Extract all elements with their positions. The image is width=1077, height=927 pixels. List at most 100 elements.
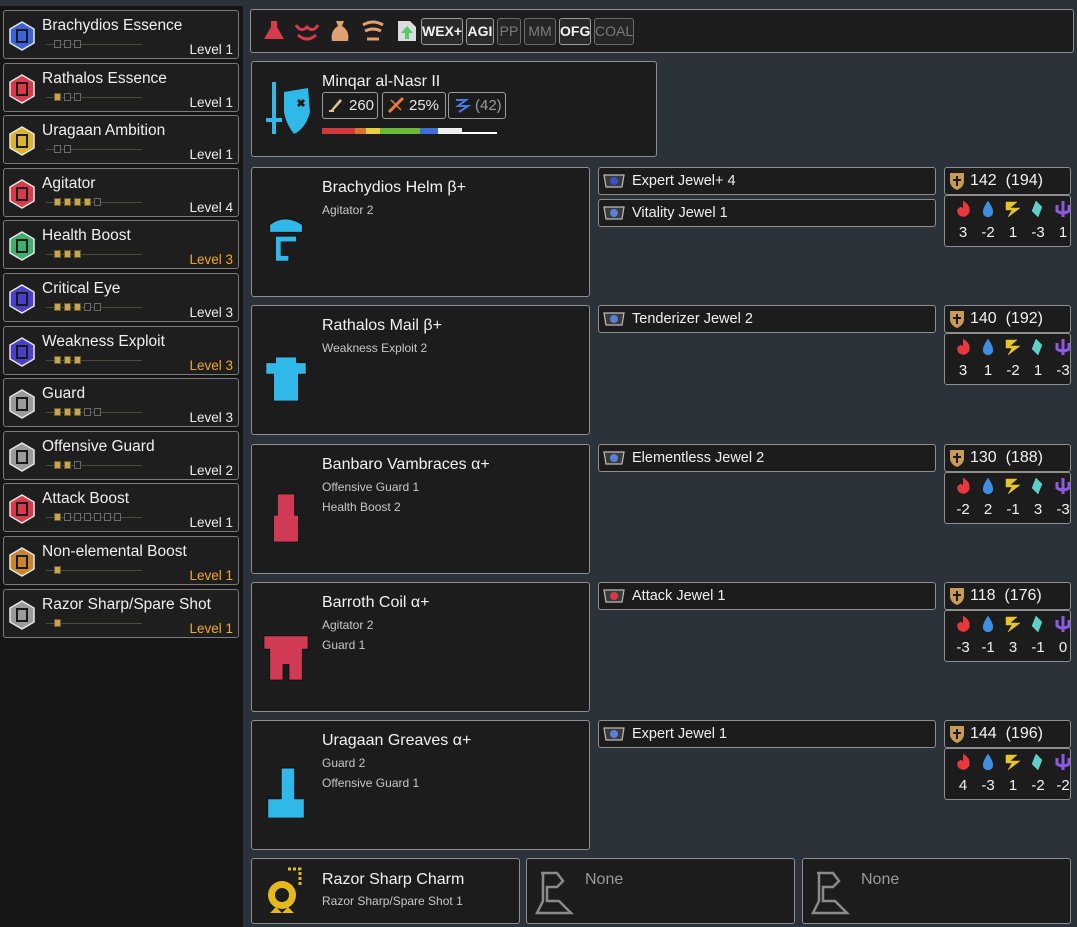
skill-name: Uragaan Ambition [42, 122, 166, 140]
armor-name: Rathalos Mail β+ [322, 317, 442, 334]
charm-card[interactable]: Razor Sharp Charm Razor Sharp/Spare Shot… [251, 858, 520, 924]
level-pip [94, 303, 101, 311]
attack-stat: 260 [322, 92, 378, 119]
water-resistance-icon [982, 200, 994, 218]
decoration-slot[interactable]: Tenderizer Jewel 2 [598, 305, 936, 333]
defense-max: (192) [1005, 310, 1043, 327]
armor-card[interactable]: Uragaan Greaves α+ Guard 2 Offensive Guard… [251, 720, 590, 850]
water-resistance-icon [982, 615, 994, 633]
armor-card[interactable]: Banbaro Vambraces α+ Offensive Guard 1 Hea… [251, 444, 590, 574]
decoration-slot[interactable]: Elementless Jewel 2 [598, 444, 936, 472]
skill-name: Critical Eye [42, 280, 121, 297]
defense-shield-icon [950, 173, 964, 190]
potion-icon[interactable] [260, 17, 288, 45]
decoration-slot[interactable]: Expert Jewel 1 [598, 720, 936, 748]
skill-level: Level 1 [189, 42, 233, 57]
skill-row[interactable]: Uragaan Ambition Level 1 [3, 115, 239, 165]
resistances-box: -3 -1 3 -1 0 [944, 610, 1071, 662]
decoration-slot[interactable]: Vitality Jewel 1 [598, 199, 936, 227]
empty-slot-2[interactable]: None [802, 858, 1071, 924]
armor-name: Uragaan Greaves α+ [322, 732, 472, 749]
armor-skill: Agitator 2 [322, 203, 374, 217]
level-pip [64, 355, 71, 364]
buff-toggle-mm[interactable]: MM [524, 18, 556, 45]
buff-toggle-ofg[interactable]: OFG [559, 18, 591, 45]
defense-base: 142 [970, 172, 997, 189]
skill-row[interactable]: Health Boost Level 3 [3, 220, 239, 270]
buff-toggle-pp[interactable]: PP [497, 18, 521, 45]
armor-skill: Offensive Guard 1 [322, 776, 420, 790]
skill-row[interactable]: Guard Level 3 [3, 378, 239, 428]
skill-level-pips [46, 566, 146, 576]
level-pip [94, 408, 101, 417]
armor-skill: Guard 1 [322, 638, 366, 652]
buff-toggle-agi[interactable]: AGI [466, 18, 494, 45]
dragon-resistance-icon [1055, 339, 1071, 355]
skill-level-pips [46, 513, 146, 523]
skill-row[interactable]: Rathalos Essence Level 1 [3, 62, 239, 112]
sack-icon[interactable] [326, 17, 354, 45]
armor-skill: Offensive Guard 1 [322, 480, 420, 494]
level-pip [54, 303, 61, 311]
thunder-resistance-icon [1005, 339, 1021, 356]
level-pip [84, 197, 91, 206]
resistances-box: 3 1 -2 1 -3 [944, 333, 1071, 385]
empty-slot-1[interactable]: None [526, 858, 795, 924]
level-pip [64, 513, 71, 522]
decoration-slot[interactable]: Expert Jewel+ 4 [598, 167, 936, 195]
empty-slot-label: None [585, 871, 624, 888]
skill-level-pips [46, 618, 146, 629]
skill-summary-panel: Brachydios Essence Level 1 Rathalos Essenc… [0, 6, 243, 927]
skill-level: Level 3 [189, 357, 233, 373]
armor-card[interactable]: Barroth Coil α+ Agitator 2 Guard 1 [251, 582, 590, 712]
horn-icon[interactable] [359, 17, 387, 45]
buff-toggle-wex-plus[interactable]: WEX+ [421, 18, 463, 45]
weapon-card[interactable]: Minqar al-Nasr II 260 25% (42) [251, 61, 657, 157]
resistance-value: -3 [1056, 501, 1070, 518]
dragon-resistance-icon [1055, 754, 1071, 770]
skill-name: Agitator [42, 174, 96, 192]
decoration-slot[interactable]: Attack Jewel 1 [598, 582, 936, 610]
level-pip [74, 250, 81, 259]
ice-resistance-icon [1031, 477, 1043, 495]
resistance-value: -1 [981, 639, 995, 656]
skill-row[interactable]: Offensive Guard Level 2 [3, 430, 239, 480]
defense-base: 144 [970, 725, 997, 742]
armor-card[interactable]: Brachydios Helm β+ Agitator 2 [251, 167, 590, 297]
level-pip [54, 618, 61, 627]
arrow-up-icon[interactable] [392, 17, 420, 45]
resistance-value: -2 [1031, 777, 1045, 794]
armor-card[interactable]: Rathalos Mail β+ Weakness Exploit 2 [251, 305, 590, 435]
level-pip [74, 197, 81, 206]
skill-hexagon-icon [9, 336, 35, 367]
level-pip [84, 303, 91, 311]
resistance-value: -3 [1031, 224, 1045, 241]
skill-row[interactable]: Attack Boost Level 1 [3, 483, 239, 533]
skill-level-pips [46, 250, 146, 260]
skill-hexagon-icon [9, 389, 35, 420]
level-pip [84, 408, 91, 417]
level-pip [74, 40, 81, 48]
sword-and-shield-icon [266, 82, 310, 134]
buff-toggle-coal[interactable]: COAL [594, 18, 634, 45]
skill-row[interactable]: Non-elemental Boost Level 1 [3, 536, 239, 585]
fire-resistance-icon [957, 338, 970, 355]
skill-row[interactable]: Agitator Level 4 [3, 167, 239, 217]
skill-row[interactable]: Brachydios Essence Level 1 [3, 10, 239, 59]
defense-max: (188) [1005, 449, 1043, 466]
skill-hexagon-icon [9, 441, 35, 472]
defense-max: (196) [1005, 725, 1043, 742]
skill-row[interactable]: Weakness Exploit Level 3 [3, 325, 239, 375]
decoration-name: Vitality Jewel 1 [632, 205, 728, 221]
affinity-stat: 25% [382, 92, 446, 119]
level-pip [54, 145, 61, 154]
level-pip [54, 566, 61, 574]
skill-row[interactable]: Critical Eye Level 3 [3, 273, 239, 322]
skill-name: Guard [42, 385, 86, 403]
wing-icon[interactable] [293, 17, 321, 45]
skill-row[interactable]: Razor Sharp/Spare Shot Level 1 [3, 588, 239, 638]
skill-name: Razor Sharp/Spare Shot [42, 595, 211, 613]
resistance-value: 4 [958, 777, 968, 794]
skill-name: Health Boost [42, 227, 131, 245]
skill-level: Level 1 [189, 94, 233, 110]
